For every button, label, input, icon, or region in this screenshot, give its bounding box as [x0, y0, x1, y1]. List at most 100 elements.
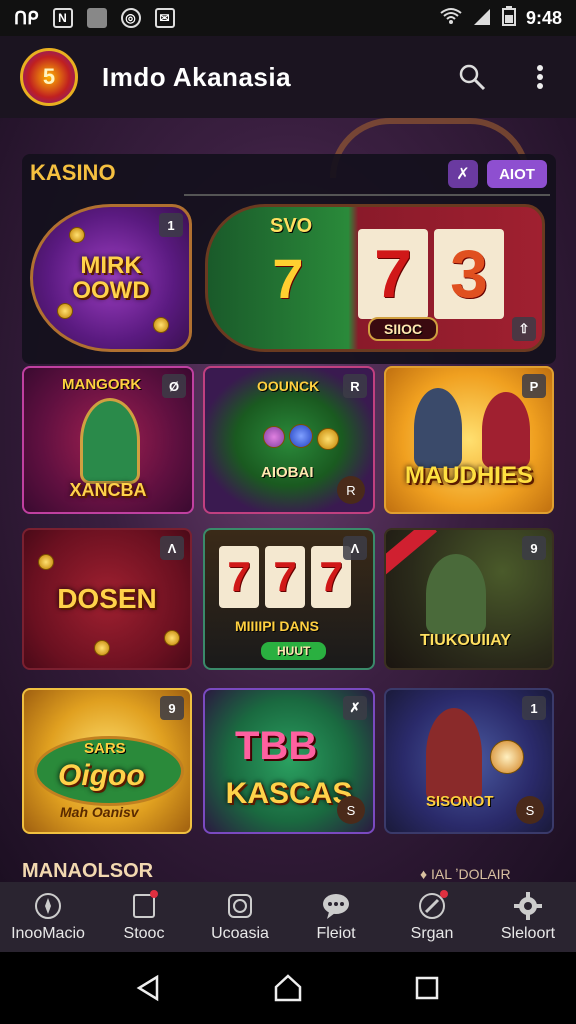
game-tile-sisonot[interactable]: SISONOT 1 S	[384, 688, 554, 834]
tile-top-label: OOUNCK	[257, 378, 320, 394]
tile-badge: R	[343, 374, 367, 398]
battery-icon	[501, 5, 516, 31]
chip-icon	[263, 426, 285, 448]
main-content[interactable]: KASINO ✗ AIOT MIRK OOWD 1 SVO 7 7 3 SIIO…	[0, 118, 576, 882]
tile-sub-label: Mah Oanisv	[60, 804, 139, 820]
character-illustration	[426, 708, 482, 802]
character-illustration	[80, 398, 140, 484]
tile-badge: 1	[159, 213, 183, 237]
tile-top-label: TBB	[235, 724, 318, 768]
gear-icon	[513, 891, 543, 921]
game-tile-slot-773[interactable]: SVO 7 7 3 SIIOC ⇧	[205, 204, 545, 352]
nav-label: Fleiot	[316, 925, 356, 942]
section-divider	[184, 194, 550, 196]
ribbon-banner	[386, 530, 437, 577]
more-options-button[interactable]	[524, 61, 556, 93]
back-button[interactable]	[129, 968, 169, 1008]
tile-sub-label: AIOBAI	[261, 464, 314, 481]
notification-dot	[150, 890, 158, 898]
game-tile-oigoo[interactable]: SARS Oigoo Mah Oanisv 9	[22, 688, 192, 834]
nav-item-inoomacio[interactable]: InooMacio	[0, 882, 96, 952]
tile-badge: 1	[522, 696, 546, 720]
n-icon: N	[52, 8, 73, 28]
search-button[interactable]	[456, 61, 488, 93]
tile-title: MAUDHIES	[404, 461, 533, 489]
tile-badge: P	[522, 374, 546, 398]
signal-icon	[472, 7, 492, 30]
chip-icon	[289, 424, 313, 448]
home-icon	[274, 974, 302, 1002]
game-tile-aiobai[interactable]: OOUNCK AIOBAI R R	[203, 366, 375, 514]
game-tile-tiukouiiay[interactable]: TIUKOUIIAY 9	[384, 528, 554, 670]
more-section-title: MANAOLSOR	[22, 860, 154, 882]
home-button[interactable]	[268, 968, 308, 1008]
bottom-nav: InooMacio Stooc Ucoasia Fleiot Srgan Sle…	[0, 882, 576, 952]
coin-icon	[164, 630, 180, 646]
tile-title: DOSEN	[57, 583, 157, 615]
game-tile-xancba[interactable]: MANGORK XANCBA Ø	[22, 366, 194, 514]
tile-top-label: SVO	[270, 215, 313, 237]
filter-icon: ✗	[456, 166, 470, 183]
nav-item-sleloort[interactable]: Sleloort	[480, 882, 576, 952]
about-button[interactable]: AIOT	[487, 160, 547, 188]
filter-button[interactable]: ✗	[448, 160, 478, 188]
coin-icon	[225, 891, 255, 921]
chips-stack-icon	[490, 740, 524, 774]
character-illustration	[482, 392, 530, 468]
tile-top-label: MANGORK	[62, 376, 142, 393]
mail-icon: ✉	[154, 8, 175, 28]
system-nav-bar	[0, 952, 576, 1024]
nav-item-ucoasia[interactable]: Ucoasia	[192, 882, 288, 952]
slot-reel: 7	[358, 229, 428, 319]
tile-badge: ⇧	[512, 317, 536, 341]
coin-icon	[94, 640, 110, 656]
tile-sub-label: SIIOC	[368, 317, 439, 341]
game-tile-multi-slot[interactable]: 7 7 7 MIIIIPI DANS HUUT Λ	[203, 528, 375, 670]
nav-item-srgan[interactable]: Srgan	[384, 882, 480, 952]
tile-badge-secondary: S	[516, 796, 544, 824]
chat-icon	[321, 891, 351, 921]
nav-label: Stooc	[123, 925, 165, 942]
app-title: Imdo Akanasia	[102, 61, 292, 92]
nav-item-fleiot[interactable]: Fleiot	[288, 882, 384, 952]
game-tile-mirk-oowd[interactable]: MIRK OOWD 1	[30, 204, 192, 352]
tile-title: TIUKOUIIAY	[420, 632, 511, 649]
tile-top-label: SARS	[84, 740, 126, 757]
nav-label: Ucoasia	[211, 925, 269, 942]
tile-badge: 9	[522, 536, 546, 560]
coin-icon	[69, 227, 85, 243]
game-tile-maudhies[interactable]: MAUDHIES P	[384, 366, 554, 514]
back-icon	[136, 974, 159, 1002]
nav-item-stooc[interactable]: Stooc	[96, 882, 192, 952]
tile-badge-secondary: R	[337, 476, 365, 504]
tile-title: XANCBA	[69, 480, 147, 501]
slot-reel: 7	[219, 546, 259, 608]
character-illustration	[426, 554, 486, 634]
compass-icon	[33, 891, 63, 921]
play-button[interactable]: HUUT	[261, 642, 327, 660]
game-tile-kascas[interactable]: TBB KASCAS ✗ S	[203, 688, 375, 834]
logo-text: 5	[42, 64, 56, 89]
wifi-icon	[440, 7, 462, 30]
tile-badge: Ø	[162, 374, 186, 398]
app-logo[interactable]: 5	[20, 48, 78, 106]
game-tile-dosen[interactable]: DOSEN Λ	[22, 528, 192, 670]
tile-badge: ✗	[343, 696, 367, 720]
more-section-link[interactable]: ♦ IAL ʼDOLAIR	[420, 866, 511, 882]
chip-icon	[317, 428, 339, 450]
nav-label: Sleloort	[500, 925, 556, 942]
coin-icon	[57, 303, 73, 319]
tile-title: MIRK OOWD	[72, 251, 150, 304]
status-time: 9:48	[525, 7, 562, 28]
recents-icon	[415, 976, 438, 1000]
slot-reel: 7	[265, 546, 305, 608]
nav-label: Srgan	[410, 925, 454, 942]
tile-title: SISONOT	[426, 793, 494, 810]
cast-icon: ◎	[120, 8, 141, 28]
nav-label: InooMacio	[11, 925, 85, 942]
character-illustration	[414, 388, 462, 468]
tile-badge: Λ	[160, 536, 184, 560]
coin-icon	[153, 317, 169, 333]
coin-icon	[38, 554, 54, 570]
recents-button[interactable]	[407, 968, 447, 1008]
